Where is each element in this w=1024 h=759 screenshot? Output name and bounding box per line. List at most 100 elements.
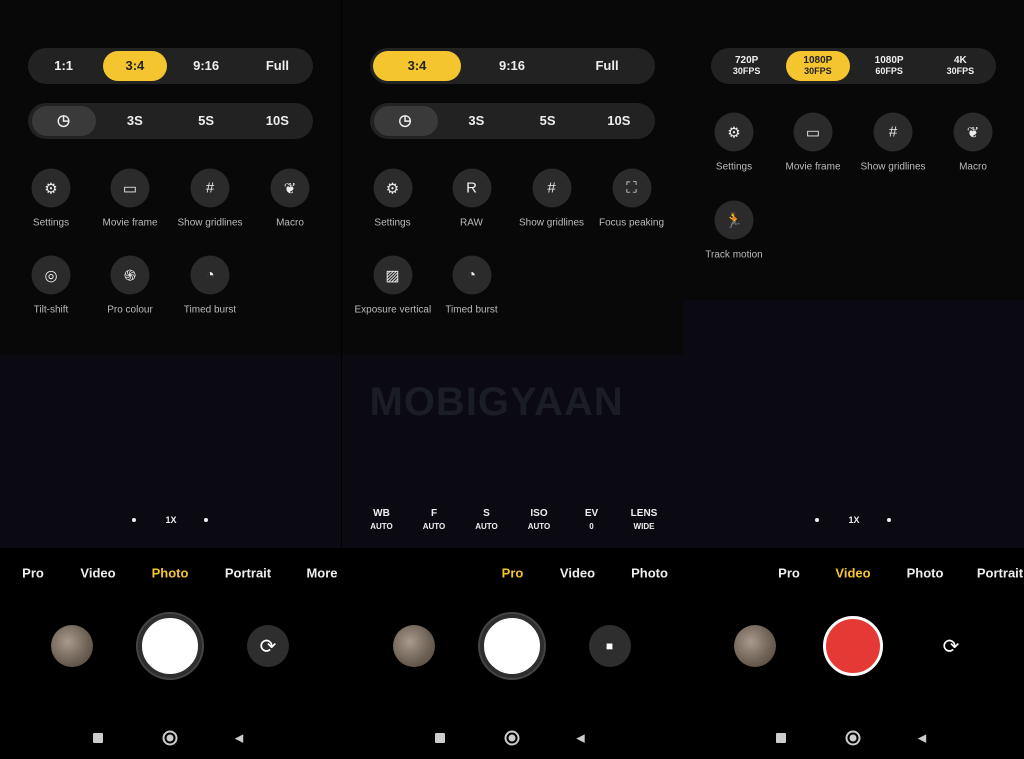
tool-movie-frame-button[interactable]: ▭ [793,112,833,152]
option-full[interactable]: Full [595,59,618,72]
gallery-thumbnail[interactable] [734,625,776,667]
tool-track-motion-button[interactable]: 🏃 [714,200,754,240]
record-button[interactable] [823,616,883,676]
switch-camera-button[interactable]: ⟳ [930,625,972,667]
tool-label: Timed burst [183,304,237,316]
option-4k[interactable]: 4K 30FPS [947,56,975,77]
tilt-shift-icon: ◎ [44,267,58,284]
zoom-level-button[interactable]: 1X [165,515,176,525]
mode-portrait[interactable]: Portrait [977,566,1023,581]
tool-label: Macro [959,161,987,173]
nav-back-button[interactable]: ◀ [918,732,926,745]
nav-recents-button[interactable] [434,733,445,743]
param-name: EV [584,508,599,519]
tool-timed-burst-button[interactable]: ◔ [452,255,491,295]
zoom-dot-right[interactable] [887,518,891,522]
mode-photo[interactable]: Photo [907,566,944,581]
tool-tilt-shift-button[interactable]: ◎ [31,255,71,295]
tool-show-gridlines-button[interactable]: # [873,112,913,152]
pro-param-iso[interactable]: ISO AUTO [528,508,551,531]
shutter-button[interactable] [138,614,202,678]
tool-label: Show gridlines [518,217,585,229]
mode-photo[interactable]: Photo [152,566,189,581]
video-camera-button[interactable]: ■ [588,625,631,667]
nav-home-button[interactable] [845,730,861,746]
option-label: 3:4 [407,58,427,73]
mode-photo[interactable]: Photo [631,566,668,581]
pro-param-wb[interactable]: WB AUTO [370,508,393,531]
gallery-thumbnail[interactable] [392,625,435,667]
tool-show-gridlines-button[interactable]: # [190,168,230,208]
tool-macro-button[interactable]: ❦ [270,168,310,208]
tool-exposure-vertical-button[interactable]: ▨ [373,255,412,295]
zoom-dot-left[interactable] [815,518,819,522]
option-34[interactable]: 3:4 [125,59,144,72]
mode-more[interactable]: More [306,566,337,581]
option-11[interactable]: 1:1 [54,59,73,72]
timer-option-5s[interactable]: 5S [198,114,214,127]
zoom-level-button[interactable]: 1X [848,515,859,525]
timer-option-3s[interactable]: 3S [468,114,484,127]
option-1080p[interactable]: 1080P 60FPS [875,56,904,77]
timer-option-10s[interactable]: 10S [266,114,289,127]
option-1080p[interactable]: 1080P 30FPS [803,55,833,77]
pro-param-f[interactable]: F AUTO [423,508,446,531]
tool-timed-burst-button[interactable]: ◔ [190,255,230,295]
mode-pro[interactable]: Pro [502,566,524,581]
nav-back-button[interactable]: ◀ [235,732,243,745]
tool-movie-frame-button[interactable]: ▭ [110,168,150,208]
grid-icon: # [888,123,898,141]
param-name: S [483,508,490,519]
timer-option-5s[interactable]: 5S [540,114,556,127]
timer-option-10s[interactable]: 10S [607,114,630,127]
pro-param-ev[interactable]: EV 0 [585,508,598,531]
zoom-dot-right[interactable] [204,518,208,522]
mode-pro[interactable]: Pro [778,566,800,581]
nav-home-button[interactable] [504,730,519,746]
nav-recents-button[interactable] [93,733,103,743]
option-916[interactable]: 9:16 [499,59,525,72]
tool-raw-button[interactable]: R [452,168,491,208]
viewfinder[interactable] [683,300,1024,548]
zoom-dot-left[interactable] [132,518,136,522]
mode-video[interactable]: Video [835,566,870,581]
nav-recents-button[interactable] [776,733,786,743]
param-name: F [430,508,438,519]
home-dot-icon [508,734,515,742]
tool-focus-peaking-button[interactable]: ⛶ [612,168,651,208]
switch-camera-button[interactable]: ⟳ [247,625,289,667]
macro-icon: ❦ [966,124,980,141]
timer-option-3s[interactable]: 3S [127,114,143,127]
option-916[interactable]: 9:16 [193,59,219,72]
tool-macro-button[interactable]: ❦ [953,112,993,152]
tool-settings-button[interactable]: ⚙ [31,168,71,208]
gallery-thumbnail[interactable] [51,625,93,667]
tool-pro-colour-button[interactable]: ֍ [110,255,150,295]
option-720p[interactable]: 720P 30FPS [733,56,761,77]
param-name: WB [373,508,390,519]
option-label: 1080P [803,55,833,66]
tool-label: Track motion [705,249,763,261]
camera-panel-1: 1:1 3:4 9:16 Full ◷ 3S 5S 10S ⚙ Settings ▭ Movie fr… [0,0,341,759]
param-value: AUTO [475,522,498,531]
timer-off-icon[interactable]: ◷ [399,113,412,128]
param-name: LENS [630,508,658,519]
tool-settings-button[interactable]: ⚙ [373,168,412,208]
option-34[interactable]: 3:4 [408,59,427,72]
nav-back-button[interactable]: ◀ [576,732,584,745]
camera-panel-3: 720P 30FPS 1080P 30FPS 1080P 60FPS 4K 30FPS ⚙ Set… [683,0,1024,759]
pro-param-s[interactable]: S AUTO [475,508,498,531]
shutter-button[interactable] [479,614,544,678]
mode-pro[interactable]: Pro [22,566,44,581]
switch-camera-icon: ⟳ [259,635,277,658]
timer-off-icon[interactable]: ◷ [57,113,70,128]
mode-portrait[interactable]: Portrait [225,566,271,581]
mode-video[interactable]: Video [80,566,115,581]
option-full[interactable]: Full [266,59,289,72]
tool-label: Timed burst [445,304,498,316]
pro-param-lens[interactable]: LENS WIDE [631,508,658,531]
mode-video[interactable]: Video [560,566,595,581]
tool-settings-button[interactable]: ⚙ [714,112,754,152]
tool-show-gridlines-button[interactable]: # [532,168,571,208]
nav-home-button[interactable] [162,730,178,746]
